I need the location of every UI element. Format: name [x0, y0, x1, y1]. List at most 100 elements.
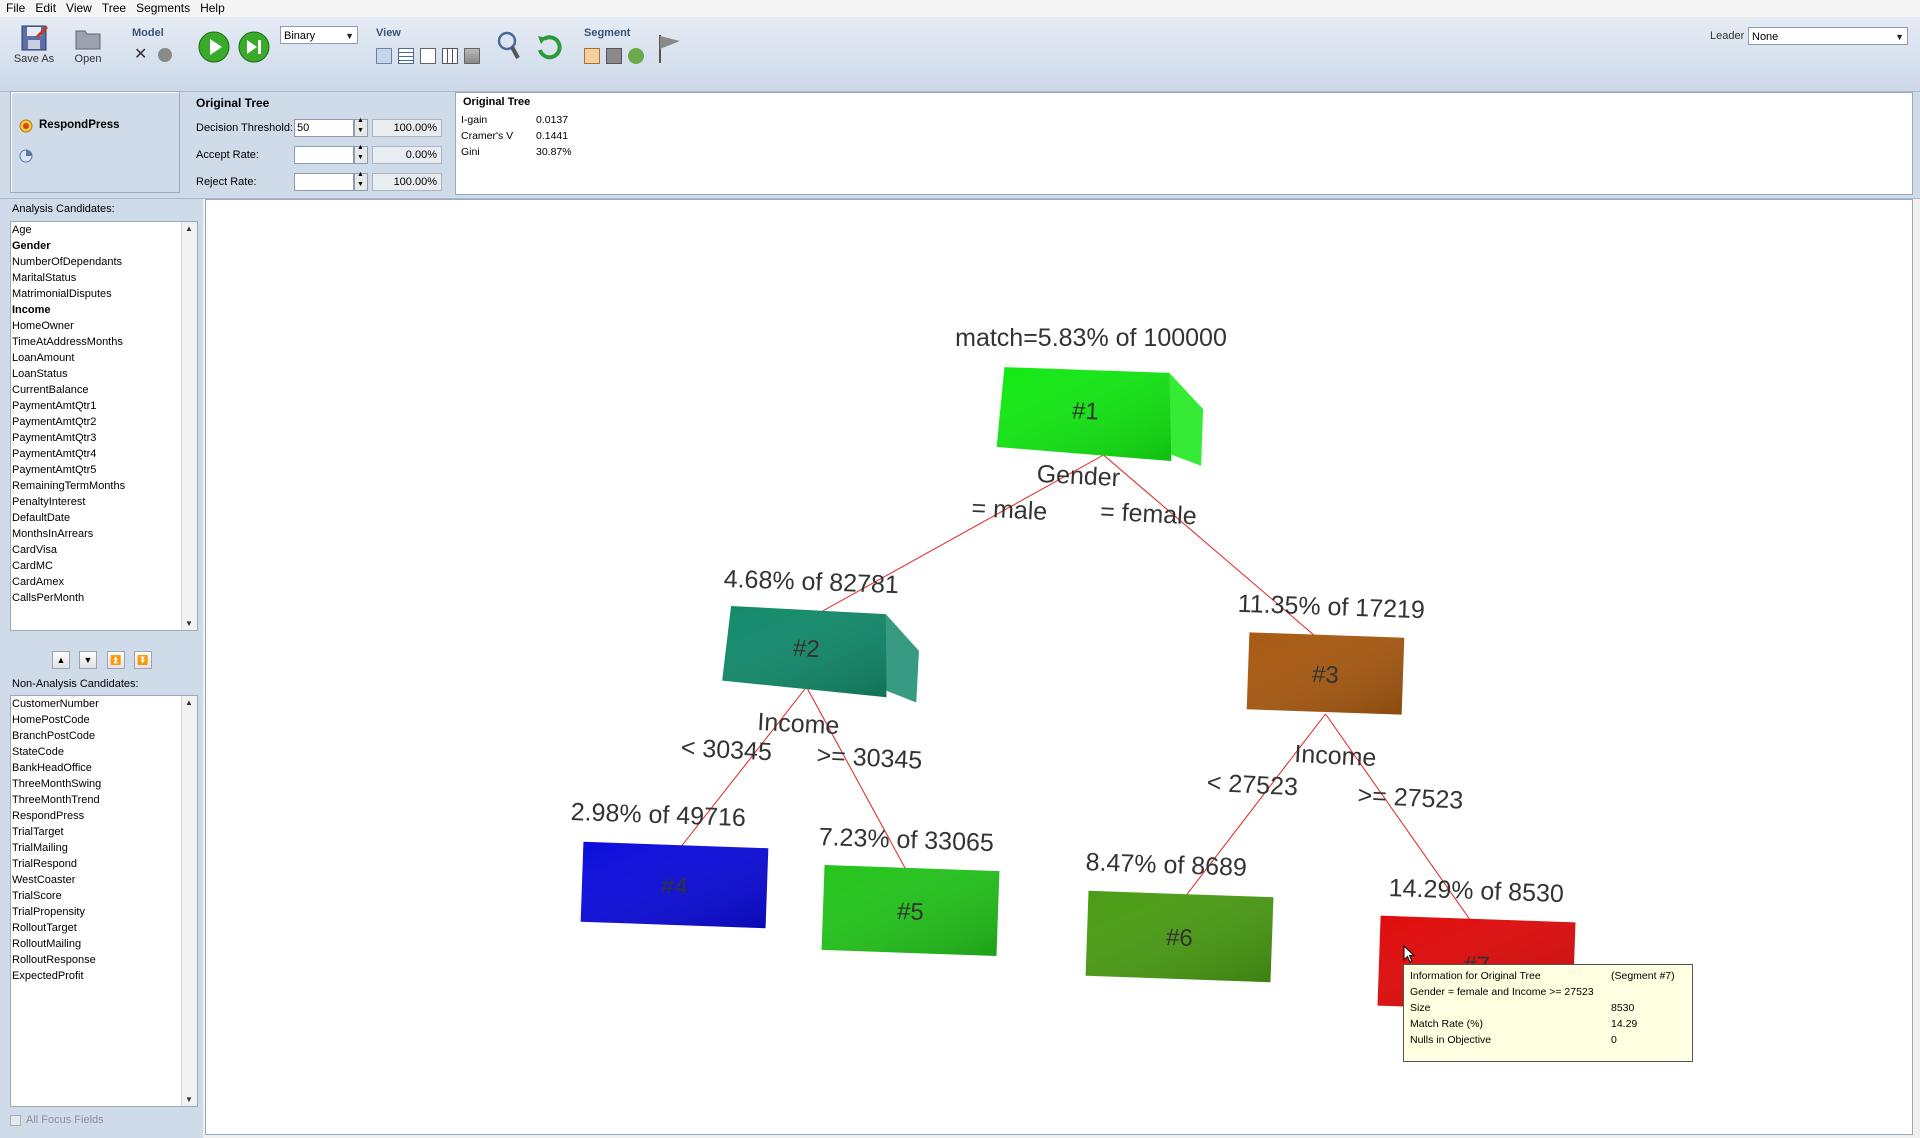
- non-analysis-candidate-item[interactable]: HomePostCode: [11, 712, 197, 728]
- segment-tooltip: Information for Original Tree (Segment #…: [1403, 964, 1693, 1062]
- model-type-select[interactable]: Binary ▼: [280, 26, 358, 44]
- segment-refresh-icon[interactable]: [628, 48, 644, 64]
- analysis-candidate-item[interactable]: MatrimonialDisputes: [11, 286, 197, 302]
- tree-node-6[interactable]: #6: [1085, 890, 1274, 983]
- analysis-candidate-item[interactable]: PaymentAmtQtr3: [11, 430, 197, 446]
- analysis-candidate-item[interactable]: PenaltyInterest: [11, 494, 197, 510]
- analysis-candidate-item[interactable]: HomeOwner: [11, 318, 197, 334]
- tree-node-1[interactable]: #1: [996, 367, 1204, 466]
- accept-rate-label: Accept Rate:: [196, 149, 259, 161]
- analysis-candidate-item[interactable]: TimeAtAddressMonths: [11, 334, 197, 350]
- refresh-icon[interactable]: [532, 30, 566, 64]
- menu-view[interactable]: View: [60, 0, 96, 16]
- tree-node-3[interactable]: #3: [1246, 632, 1405, 715]
- decision-threshold-spinner[interactable]: [354, 117, 368, 137]
- non-analysis-candidate-item[interactable]: ThreeMonthSwing: [11, 776, 197, 792]
- analysis-candidate-item[interactable]: NumberOfDependants: [11, 254, 197, 270]
- menu-help[interactable]: Help: [194, 0, 229, 16]
- table-view-icon[interactable]: [442, 48, 458, 64]
- move-down-button[interactable]: ▼: [79, 651, 97, 669]
- record-icon[interactable]: [158, 48, 172, 62]
- non-analysis-candidate-item[interactable]: ExpectedProfit: [11, 968, 197, 984]
- tree-node-2[interactable]: #2: [722, 605, 921, 703]
- tree-node-id: #4: [661, 873, 689, 901]
- pie-chart-icon[interactable]: [19, 149, 33, 163]
- analysis-candidates-list[interactable]: Age Gender NumberOfDependants MaritalStatus…: [10, 221, 198, 631]
- chart-view-icon[interactable]: [464, 48, 480, 64]
- analysis-candidate-item[interactable]: CardAmex: [11, 574, 197, 590]
- non-analysis-candidate-item[interactable]: ThreeMonthTrend: [11, 792, 197, 808]
- analysis-candidate-item[interactable]: MaritalStatus: [11, 270, 197, 286]
- non-analysis-candidate-item[interactable]: RolloutTarget: [11, 920, 197, 936]
- analysis-candidate-item[interactable]: DefaultDate: [11, 510, 197, 526]
- non-analysis-candidate-item[interactable]: TrialRespond: [11, 856, 197, 872]
- non-analysis-candidate-item[interactable]: TrialScore: [11, 888, 197, 904]
- analysis-candidate-item[interactable]: CurrentBalance: [11, 382, 197, 398]
- analysis-candidate-item[interactable]: CallsPerMonth: [11, 590, 197, 606]
- analysis-candidate-item[interactable]: Gender: [11, 238, 197, 254]
- tree-node-4[interactable]: #4: [580, 841, 769, 929]
- analysis-candidate-item[interactable]: LoanStatus: [11, 366, 197, 382]
- analysis-candidate-item[interactable]: CardMC: [11, 558, 197, 574]
- analysis-scrollbar[interactable]: ▲ ▼: [181, 222, 197, 630]
- non-analysis-candidate-item[interactable]: BankHeadOffice: [11, 760, 197, 776]
- open-button[interactable]: Open: [66, 23, 110, 65]
- decision-threshold-input[interactable]: 50: [294, 119, 354, 137]
- tree-node-label: match=5.83% of 100000: [955, 324, 1227, 352]
- close-icon[interactable]: ✕: [134, 47, 150, 63]
- non-analysis-candidate-item[interactable]: TrialMailing: [11, 840, 197, 856]
- analysis-candidate-item[interactable]: Income: [11, 302, 197, 318]
- menu-edit[interactable]: Edit: [29, 0, 60, 16]
- analysis-candidate-item[interactable]: RemainingTermMonths: [11, 478, 197, 494]
- menu-tree[interactable]: Tree: [96, 0, 130, 16]
- all-focus-fields-checkbox[interactable]: [10, 1115, 21, 1126]
- non-analysis-candidate-item[interactable]: TrialPropensity: [11, 904, 197, 920]
- analysis-candidate-item[interactable]: Age: [11, 222, 197, 238]
- list-view-icon[interactable]: [420, 48, 436, 64]
- accept-rate-input[interactable]: [294, 146, 354, 164]
- play-icon[interactable]: [197, 30, 231, 64]
- tree-view-icon[interactable]: [376, 48, 392, 64]
- move-bottom-button[interactable]: ⏬: [134, 651, 152, 669]
- analysis-candidate-item[interactable]: PaymentAmtQtr2: [11, 414, 197, 430]
- move-top-button[interactable]: ⏫: [107, 651, 125, 669]
- analysis-candidate-item[interactable]: PaymentAmtQtr4: [11, 446, 197, 462]
- analysis-candidate-item[interactable]: LoanAmount: [11, 350, 197, 366]
- analysis-candidate-item[interactable]: CardVisa: [11, 542, 197, 558]
- non-analysis-scrollbar[interactable]: ▲ ▼: [181, 696, 197, 1106]
- segment-edit-icon[interactable]: [584, 48, 600, 64]
- analysis-candidate-item[interactable]: PaymentAmtQtr1: [11, 398, 197, 414]
- tree-node-5[interactable]: #5: [821, 864, 1000, 957]
- move-up-button[interactable]: ▲: [52, 651, 70, 669]
- leader-select[interactable]: None ▼: [1748, 27, 1908, 45]
- reject-rate-input[interactable]: [294, 173, 354, 191]
- non-analysis-candidate-item[interactable]: BranchPostCode: [11, 728, 197, 744]
- menu-segments[interactable]: Segments: [130, 0, 194, 16]
- menu-file[interactable]: File: [0, 0, 29, 16]
- accept-rate-spinner[interactable]: [354, 144, 368, 164]
- non-analysis-candidate-item[interactable]: RolloutMailing: [11, 936, 197, 952]
- toolbar: Save As Open Model ✕ Binary ▼ View Segmen…: [0, 17, 1920, 92]
- scroll-down-icon[interactable]: ▼: [185, 619, 193, 628]
- segment-copy-icon[interactable]: [606, 48, 622, 64]
- flag-icon[interactable]: [654, 31, 684, 65]
- search-icon[interactable]: [496, 30, 522, 62]
- scroll-down-icon[interactable]: ▼: [185, 1095, 193, 1104]
- non-analysis-candidate-item[interactable]: RolloutResponse: [11, 952, 197, 968]
- scroll-up-icon[interactable]: ▲: [185, 698, 193, 707]
- non-analysis-candidate-item[interactable]: StateCode: [11, 744, 197, 760]
- non-analysis-candidate-item[interactable]: CustomerNumber: [11, 696, 197, 712]
- analysis-candidate-item[interactable]: MonthsInArrears: [11, 526, 197, 542]
- tree-split-variable: Income: [757, 708, 840, 740]
- non-analysis-candidate-item[interactable]: WestCoaster: [11, 872, 197, 888]
- non-analysis-candidate-item[interactable]: TrialTarget: [11, 824, 197, 840]
- tree-split-left: = male: [971, 494, 1048, 526]
- analysis-candidate-item[interactable]: PaymentAmtQtr5: [11, 462, 197, 478]
- grid-view-icon[interactable]: [398, 48, 414, 64]
- reject-rate-spinner[interactable]: [354, 171, 368, 191]
- scroll-up-icon[interactable]: ▲: [185, 224, 193, 233]
- non-analysis-candidates-list[interactable]: CustomerNumber HomePostCode BranchPostCode…: [10, 695, 198, 1107]
- non-analysis-candidate-item[interactable]: RespondPress: [11, 808, 197, 824]
- step-forward-icon[interactable]: [237, 30, 271, 64]
- save-as-button[interactable]: Save As: [12, 23, 56, 65]
